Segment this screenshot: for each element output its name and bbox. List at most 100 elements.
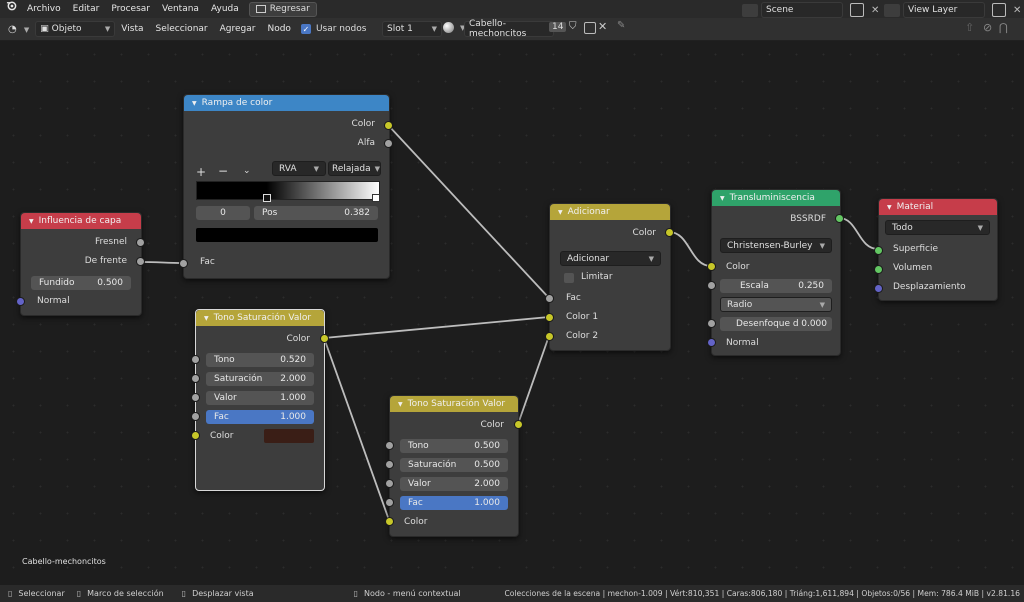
collapse-icon[interactable]: ▼ (204, 315, 209, 322)
copy-layer-icon[interactable] (992, 3, 1006, 17)
collapse-icon[interactable]: ▼ (720, 195, 725, 202)
object-mode-dropdown[interactable]: ▣ Objeto ▼ (35, 21, 116, 37)
menu-vista[interactable]: Vista (115, 20, 149, 38)
color-ramp-header[interactable]: ▼ Rampa de color (184, 95, 389, 111)
material-sphere-icon[interactable] (443, 22, 454, 33)
node-material-output[interactable]: ▼ Material Todo ▼ Superficie Volumen Despl… (878, 198, 998, 301)
add-blend-mode-dropdown[interactable]: Adicionar ▼ (560, 251, 661, 266)
blender-logo-icon[interactable] (0, 0, 21, 18)
hsv2-header[interactable]: ▼ Tono Saturación Valor (390, 396, 518, 412)
node-mix-add[interactable]: ▼ Adicionar Color Adicionar ▼ Limitar Fac … (549, 203, 671, 351)
add-fac-socket[interactable] (545, 294, 554, 303)
magnet-icon[interactable]: ⋂ (999, 21, 1008, 34)
hsv2-out-socket[interactable] (514, 420, 523, 429)
hsv1-fac-socket[interactable] (191, 412, 200, 421)
ramp-color-mode-dropdown[interactable]: RVA ▼ (272, 161, 326, 176)
close-layer-icon[interactable]: ✕ (1013, 5, 1021, 16)
hsv1-val-field[interactable]: Valor 1.000 (206, 391, 314, 405)
material-surface-socket[interactable] (874, 246, 883, 255)
parent-node-tree-icon[interactable]: ⇧ (965, 21, 974, 34)
menu-ayuda[interactable]: Ayuda (205, 0, 245, 18)
ramp-interpolation-dropdown[interactable]: Relajada ▼ (328, 161, 381, 176)
sss-blur-socket[interactable] (707, 319, 716, 328)
hsv2-fac-field[interactable]: Fac 1.000 (400, 496, 508, 510)
menu-seleccionar[interactable]: Seleccionar (150, 20, 214, 38)
ramp-stop-color-swatch[interactable] (196, 228, 378, 242)
menu-nodo[interactable]: Nodo (261, 20, 296, 38)
layer-weight-header[interactable]: ▼ Influencia de capa (21, 213, 141, 229)
close-scene-icon[interactable]: ✕ (871, 5, 879, 16)
ramp-pos-field[interactable]: Pos 0.382 (254, 206, 378, 220)
hsv1-val-socket[interactable] (191, 393, 200, 402)
add-color2-socket[interactable] (545, 332, 554, 341)
collapse-icon[interactable]: ▼ (29, 218, 34, 225)
sss-scale-socket[interactable] (707, 281, 716, 290)
remove-stop-icon[interactable]: − (218, 164, 228, 178)
node-color-ramp[interactable]: ▼ Rampa de color Color Alfa + − ⌄ RVA ▼ Re… (183, 94, 390, 279)
layer-fresnel-socket[interactable] (136, 238, 145, 247)
hsv2-sat-socket[interactable] (385, 460, 394, 469)
snap-icon[interactable]: ⊘ (983, 21, 992, 34)
menu-ventana[interactable]: Ventana (156, 0, 205, 18)
back-button[interactable]: Regresar (248, 1, 317, 17)
hsv1-hue-socket[interactable] (191, 355, 200, 364)
menu-archivo[interactable]: Archivo (21, 0, 67, 18)
hsv2-sat-field[interactable]: Saturación 0.500 (400, 458, 508, 472)
collapse-icon[interactable]: ▼ (558, 209, 563, 216)
clamp-checkbox[interactable] (564, 273, 574, 283)
hsv1-header[interactable]: ▼ Tono Saturación Valor (196, 310, 324, 326)
node-subsurface[interactable]: ▼ Transluminiscencia BSSRDF Christensen-B… (711, 189, 841, 356)
pin-icon[interactable]: ✎ (617, 20, 625, 31)
unlink-material-icon[interactable]: ✕ (598, 20, 607, 33)
hsv2-fac-socket[interactable] (385, 498, 394, 507)
ramp-out-alpha-socket[interactable] (384, 139, 393, 148)
ramp-stop-handle-black[interactable] (263, 194, 271, 202)
node-hsv-1[interactable]: ▼ Tono Saturación Valor Color Tono 0.520 S… (195, 309, 325, 491)
slot-dropdown[interactable]: Slot 1 ▼ (382, 21, 442, 37)
add-header[interactable]: ▼ Adicionar (550, 204, 670, 220)
collapse-icon[interactable]: ▼ (398, 401, 403, 408)
view-layer-field[interactable]: View Layer (903, 2, 985, 18)
hsv2-color-socket[interactable] (385, 517, 394, 526)
copy-material-icon[interactable] (584, 22, 596, 34)
ramp-in-fac-socket[interactable] (179, 259, 188, 268)
hsv2-val-socket[interactable] (385, 479, 394, 488)
layer-normal-socket[interactable] (16, 297, 25, 306)
material-target-dropdown[interactable]: Todo ▼ (885, 220, 990, 235)
hsv1-out-socket[interactable] (320, 334, 329, 343)
sss-radius-dropdown[interactable]: Radio ▼ (720, 297, 832, 312)
sss-blur-field[interactable]: Desenfoque d 0.000 (720, 317, 832, 331)
collapse-icon[interactable]: ▼ (887, 204, 892, 211)
hsv1-color-swatch[interactable] (264, 429, 314, 443)
hsv1-color-socket[interactable] (191, 431, 200, 440)
use-nodes-checkbox[interactable]: ✓ (300, 24, 311, 34)
menu-procesar[interactable]: Procesar (105, 0, 156, 18)
material-displacement-socket[interactable] (874, 284, 883, 293)
hsv2-val-field[interactable]: Valor 2.000 (400, 477, 508, 491)
add-color1-socket[interactable] (545, 313, 554, 322)
scene-selector[interactable]: Scene ✕ (742, 2, 879, 18)
add-out-socket[interactable] (665, 228, 674, 237)
hsv1-fac-field[interactable]: Fac 1.000 (206, 410, 314, 424)
sss-scale-field[interactable]: Escala 0.250 (720, 279, 832, 293)
hsv2-hue-socket[interactable] (385, 441, 394, 450)
sss-header[interactable]: ▼ Transluminiscencia (712, 190, 840, 206)
ramp-out-color-socket[interactable] (384, 121, 393, 130)
sss-method-dropdown[interactable]: Christensen-Burley ▼ (720, 238, 832, 253)
user-count[interactable]: 14 (549, 22, 567, 32)
node-hsv-2[interactable]: ▼ Tono Saturación Valor Color Tono 0.500 S… (389, 395, 519, 537)
fake-user-shield-icon[interactable]: ⛉ (569, 21, 577, 32)
node-canvas[interactable]: ▼ Rampa de color Color Alfa + − ⌄ RVA ▼ Re… (0, 41, 1024, 584)
ramp-stop-handle-white[interactable] (372, 194, 380, 202)
view-layer-selector[interactable]: View Layer ✕ (884, 2, 1021, 18)
sss-color-socket[interactable] (707, 262, 716, 271)
node-layer-weight[interactable]: ▼ Influencia de capa Fresnel De frente Fu… (20, 212, 142, 316)
ramp-gradient-bar[interactable] (196, 181, 380, 200)
collapse-icon[interactable]: ▼ (192, 100, 197, 107)
hsv1-hue-field[interactable]: Tono 0.520 (206, 353, 314, 367)
material-name-field[interactable]: Cabello-mechoncitos (464, 19, 554, 39)
copy-scene-icon[interactable] (850, 3, 864, 17)
scene-field[interactable]: Scene (761, 2, 843, 18)
ramp-menu-chevron-icon[interactable]: ⌄ (243, 166, 251, 176)
material-header[interactable]: ▼ Material (879, 199, 997, 215)
